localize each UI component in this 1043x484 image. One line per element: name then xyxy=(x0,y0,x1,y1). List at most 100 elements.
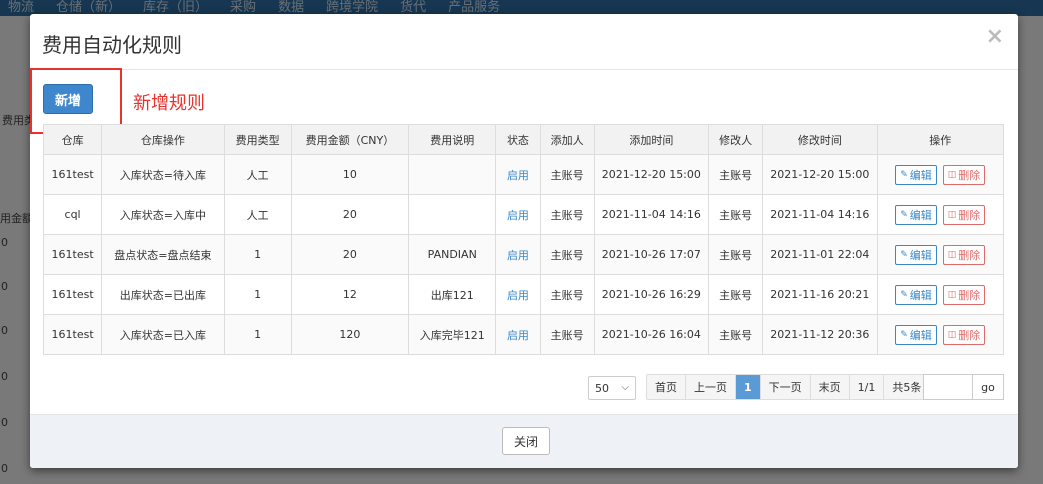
edit-label: 编辑 xyxy=(909,328,932,342)
status-toggle-link[interactable]: 启用 xyxy=(507,249,529,262)
last-page-button[interactable]: 末页 xyxy=(810,375,850,399)
edit-button[interactable]: ✎ 编辑 xyxy=(895,284,937,305)
delete-label: 删除 xyxy=(958,208,981,222)
table-column-header: 费用说明 xyxy=(408,124,497,155)
delete-label: 删除 xyxy=(958,168,981,182)
table-column-header: 添加时间 xyxy=(593,124,710,155)
cell-amount: 120 xyxy=(290,314,410,355)
delete-button[interactable]: ◫ 删除 xyxy=(942,284,986,305)
cell-modified-time: 2021-11-12 20:36 xyxy=(762,314,878,355)
delete-button[interactable]: ◫ 删除 xyxy=(942,164,986,185)
cell-amount: 10 xyxy=(290,154,410,195)
table-column-header: 费用金额（CNY） xyxy=(290,124,410,155)
table-row: cql 入库状态=入库中 人工 20 启用 主账号 2021-11-04 14:16 主账号 2… xyxy=(42,194,1004,235)
cell-note: 出库121 xyxy=(408,274,497,315)
page-size-select[interactable]: 50 ⌵ xyxy=(588,376,636,400)
cell-added-by: 主账号 xyxy=(539,314,595,355)
cell-warehouse: 161test xyxy=(42,314,103,355)
trash-icon: ◫ xyxy=(947,169,957,180)
cell-warehouse: 161test xyxy=(42,234,103,275)
table-header-row: 仓库 仓库操作 费用类型 费用金额（CNY） 费用说明 状态 添加人 添加时间 修改人 修改时间操… xyxy=(42,124,1004,155)
status-toggle-link[interactable]: 启用 xyxy=(507,289,529,302)
edit-label: 编辑 xyxy=(909,208,932,222)
first-page-button[interactable]: 首页 xyxy=(647,375,686,399)
goto-page-input[interactable] xyxy=(923,374,973,400)
edit-label: 编辑 xyxy=(909,168,932,182)
cell-modified-by: 主账号 xyxy=(707,274,764,315)
cell-modified-by: 主账号 xyxy=(707,314,764,355)
add-rule-button[interactable]: 新增 xyxy=(43,84,93,114)
actions-cell: ✎ 编辑 ◫ 删除 xyxy=(876,274,1004,315)
table-column-header: 添加人 xyxy=(539,124,595,155)
table-row: 161test 盘点状态=盘点结束 1 20 PANDIAN 启用 主账号 2021-10-2… xyxy=(42,234,1004,275)
current-page-button[interactable]: 1 xyxy=(736,375,761,399)
table-row: 161test 入库状态=已入库 1 120 入库完毕121 启用 主账号 2021-10-2… xyxy=(42,314,1004,355)
actions-cell: ✎ 编辑 ◫ 删除 xyxy=(876,194,1004,235)
edit-label: 编辑 xyxy=(909,288,932,302)
cell-added-by: 主账号 xyxy=(539,234,595,275)
edit-button[interactable]: ✎ 编辑 xyxy=(895,324,937,345)
delete-button[interactable]: ◫ 删除 xyxy=(942,204,986,225)
cell-operation: 盘点状态=盘点结束 xyxy=(101,234,225,275)
delete-label: 删除 xyxy=(958,288,981,302)
delete-button[interactable]: ◫ 删除 xyxy=(942,324,986,345)
cell-modified-by: 主账号 xyxy=(707,154,764,195)
cell-added-by: 主账号 xyxy=(539,194,595,235)
status-toggle-link[interactable]: 启用 xyxy=(507,169,529,182)
fee-automation-rules-modal: 费用自动化规则 × 新增 新增规则 仓库 仓库操作 费用类型 费用金额（CNY） 费用说… xyxy=(30,14,1018,468)
status-toggle-link[interactable]: 启用 xyxy=(507,209,529,222)
cell-warehouse: 161test xyxy=(42,274,103,315)
cell-note xyxy=(408,194,497,235)
delete-button[interactable]: ◫ 删除 xyxy=(942,244,986,265)
edit-button[interactable]: ✎ 编辑 xyxy=(895,164,937,185)
cell-amount: 12 xyxy=(290,274,410,315)
cell-fee-type: 1 xyxy=(223,314,292,355)
modal-header: 费用自动化规则 × xyxy=(30,14,1018,70)
delete-label: 删除 xyxy=(958,328,981,342)
next-page-button[interactable]: 下一页 xyxy=(760,375,811,399)
edit-icon: ✎ xyxy=(900,209,908,220)
cell-operation: 入库状态=已入库 xyxy=(101,314,225,355)
close-button[interactable]: 关闭 xyxy=(502,427,550,455)
edit-icon: ✎ xyxy=(900,169,908,180)
modal-footer: 关闭 xyxy=(30,414,1018,468)
modal-title: 费用自动化规则 xyxy=(42,33,182,57)
table-column-header: 修改时间 xyxy=(762,124,878,155)
cell-fee-type: 人工 xyxy=(223,194,292,235)
table-column-header: 仓库 xyxy=(42,124,103,155)
goto-page-button[interactable]: go xyxy=(972,374,1004,400)
cell-added-time: 2021-10-26 17:07 xyxy=(593,234,710,275)
cell-operation: 出库状态=已出库 xyxy=(101,274,225,315)
cell-added-by: 主账号 xyxy=(539,274,595,315)
cell-note xyxy=(408,154,497,195)
table-row: 161test 出库状态=已出库 1 12 出库121 启用 主账号 2021-10-26 1… xyxy=(42,274,1004,315)
cell-note: 入库完毕121 xyxy=(408,314,497,355)
cell-modified-time: 2021-11-04 14:16 xyxy=(762,194,878,235)
cell-warehouse: 161test xyxy=(42,154,103,195)
status-toggle-link[interactable]: 启用 xyxy=(507,329,529,342)
edit-button[interactable]: ✎ 编辑 xyxy=(895,244,937,265)
chevron-down-icon: ⌵ xyxy=(621,382,629,393)
status-cell: 启用 xyxy=(495,234,541,275)
rules-table: 仓库 仓库操作 费用类型 费用金额（CNY） 费用说明 状态 添加人 添加时间 修改人 修改时间操… xyxy=(42,124,1004,355)
close-icon[interactable]: × xyxy=(986,26,1004,48)
status-cell: 启用 xyxy=(495,314,541,355)
table-column-header: 仓库操作 xyxy=(101,124,225,155)
cell-warehouse: cql xyxy=(42,194,103,235)
add-rule-annotation: 新增规则 xyxy=(133,93,205,114)
cell-operation: 入库状态=待入库 xyxy=(101,154,225,195)
cell-added-time: 2021-12-20 15:00 xyxy=(593,154,710,195)
cell-added-time: 2021-10-26 16:04 xyxy=(593,314,710,355)
table-column-header: 状态 xyxy=(495,124,541,155)
edit-button[interactable]: ✎ 编辑 xyxy=(895,204,937,225)
edit-icon: ✎ xyxy=(900,289,908,300)
cell-added-time: 2021-10-26 16:29 xyxy=(593,274,710,315)
status-cell: 启用 xyxy=(495,194,541,235)
prev-page-button[interactable]: 上一页 xyxy=(686,375,736,399)
cell-modified-time: 2021-12-20 15:00 xyxy=(762,154,878,195)
table-column-header: 费用类型 xyxy=(223,124,292,155)
cell-added-by: 主账号 xyxy=(539,154,595,195)
cell-fee-type: 1 xyxy=(223,274,292,315)
trash-icon: ◫ xyxy=(947,329,957,340)
cell-amount: 20 xyxy=(290,194,410,235)
